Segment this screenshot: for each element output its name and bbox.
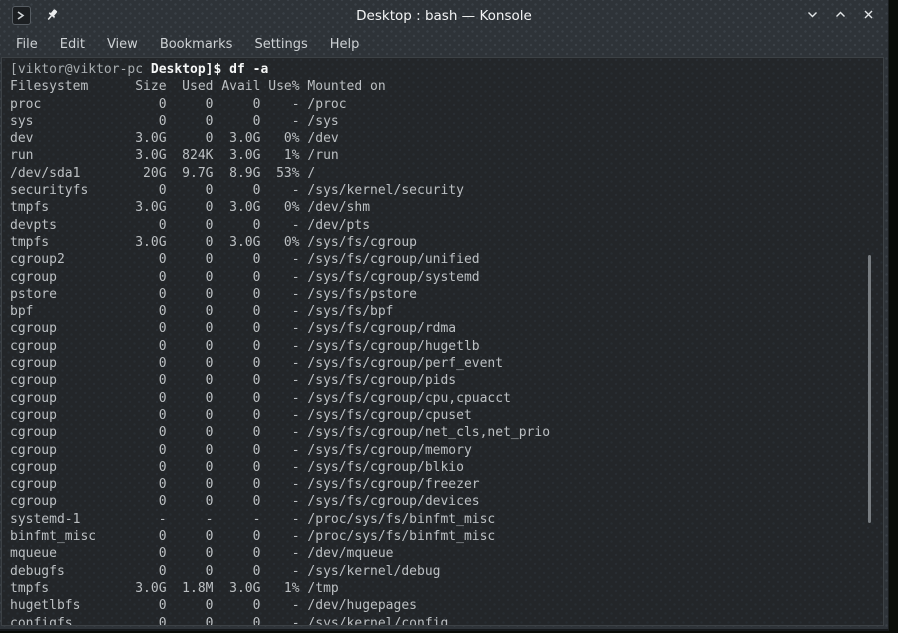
konsole-app-icon [12, 6, 31, 25]
prompt-cwd: Desktop]$ [151, 62, 229, 77]
close-button[interactable] [859, 6, 878, 25]
window-titlebar[interactable]: Desktop : bash — Konsole [0, 0, 888, 31]
df-output: Filesystem Size Used Avail Use% Mounted … [10, 79, 550, 626]
chevron-up-icon [834, 8, 847, 24]
menu-help[interactable]: Help [320, 34, 370, 55]
prompt-user-host: [viktor@viktor-pc [10, 62, 151, 77]
terminal-text: [viktor@viktor-pc Desktop]$ df -a Filesy… [2, 58, 883, 626]
pin-icon[interactable] [45, 8, 60, 23]
maximize-button[interactable] [831, 6, 850, 25]
menu-bookmarks[interactable]: Bookmarks [150, 34, 243, 55]
minimize-button[interactable] [803, 6, 822, 25]
menu-file[interactable]: File [6, 34, 48, 55]
window-title: Desktop : bash — Konsole [0, 8, 888, 24]
prompt-command: df -a [229, 62, 268, 77]
scrollbar-thumb[interactable] [868, 255, 871, 523]
close-icon [862, 8, 875, 24]
menu-view[interactable]: View [97, 34, 148, 55]
menu-settings[interactable]: Settings [244, 34, 317, 55]
menu-edit[interactable]: Edit [50, 34, 95, 55]
konsole-window: Desktop : bash — Konsole [0, 0, 889, 631]
menubar: File Edit View Bookmarks Settings Help [0, 31, 888, 57]
terminal-viewport[interactable]: [viktor@viktor-pc Desktop]$ df -a Filesy… [1, 57, 884, 626]
window-controls [803, 6, 878, 25]
chevron-down-icon [806, 8, 819, 24]
